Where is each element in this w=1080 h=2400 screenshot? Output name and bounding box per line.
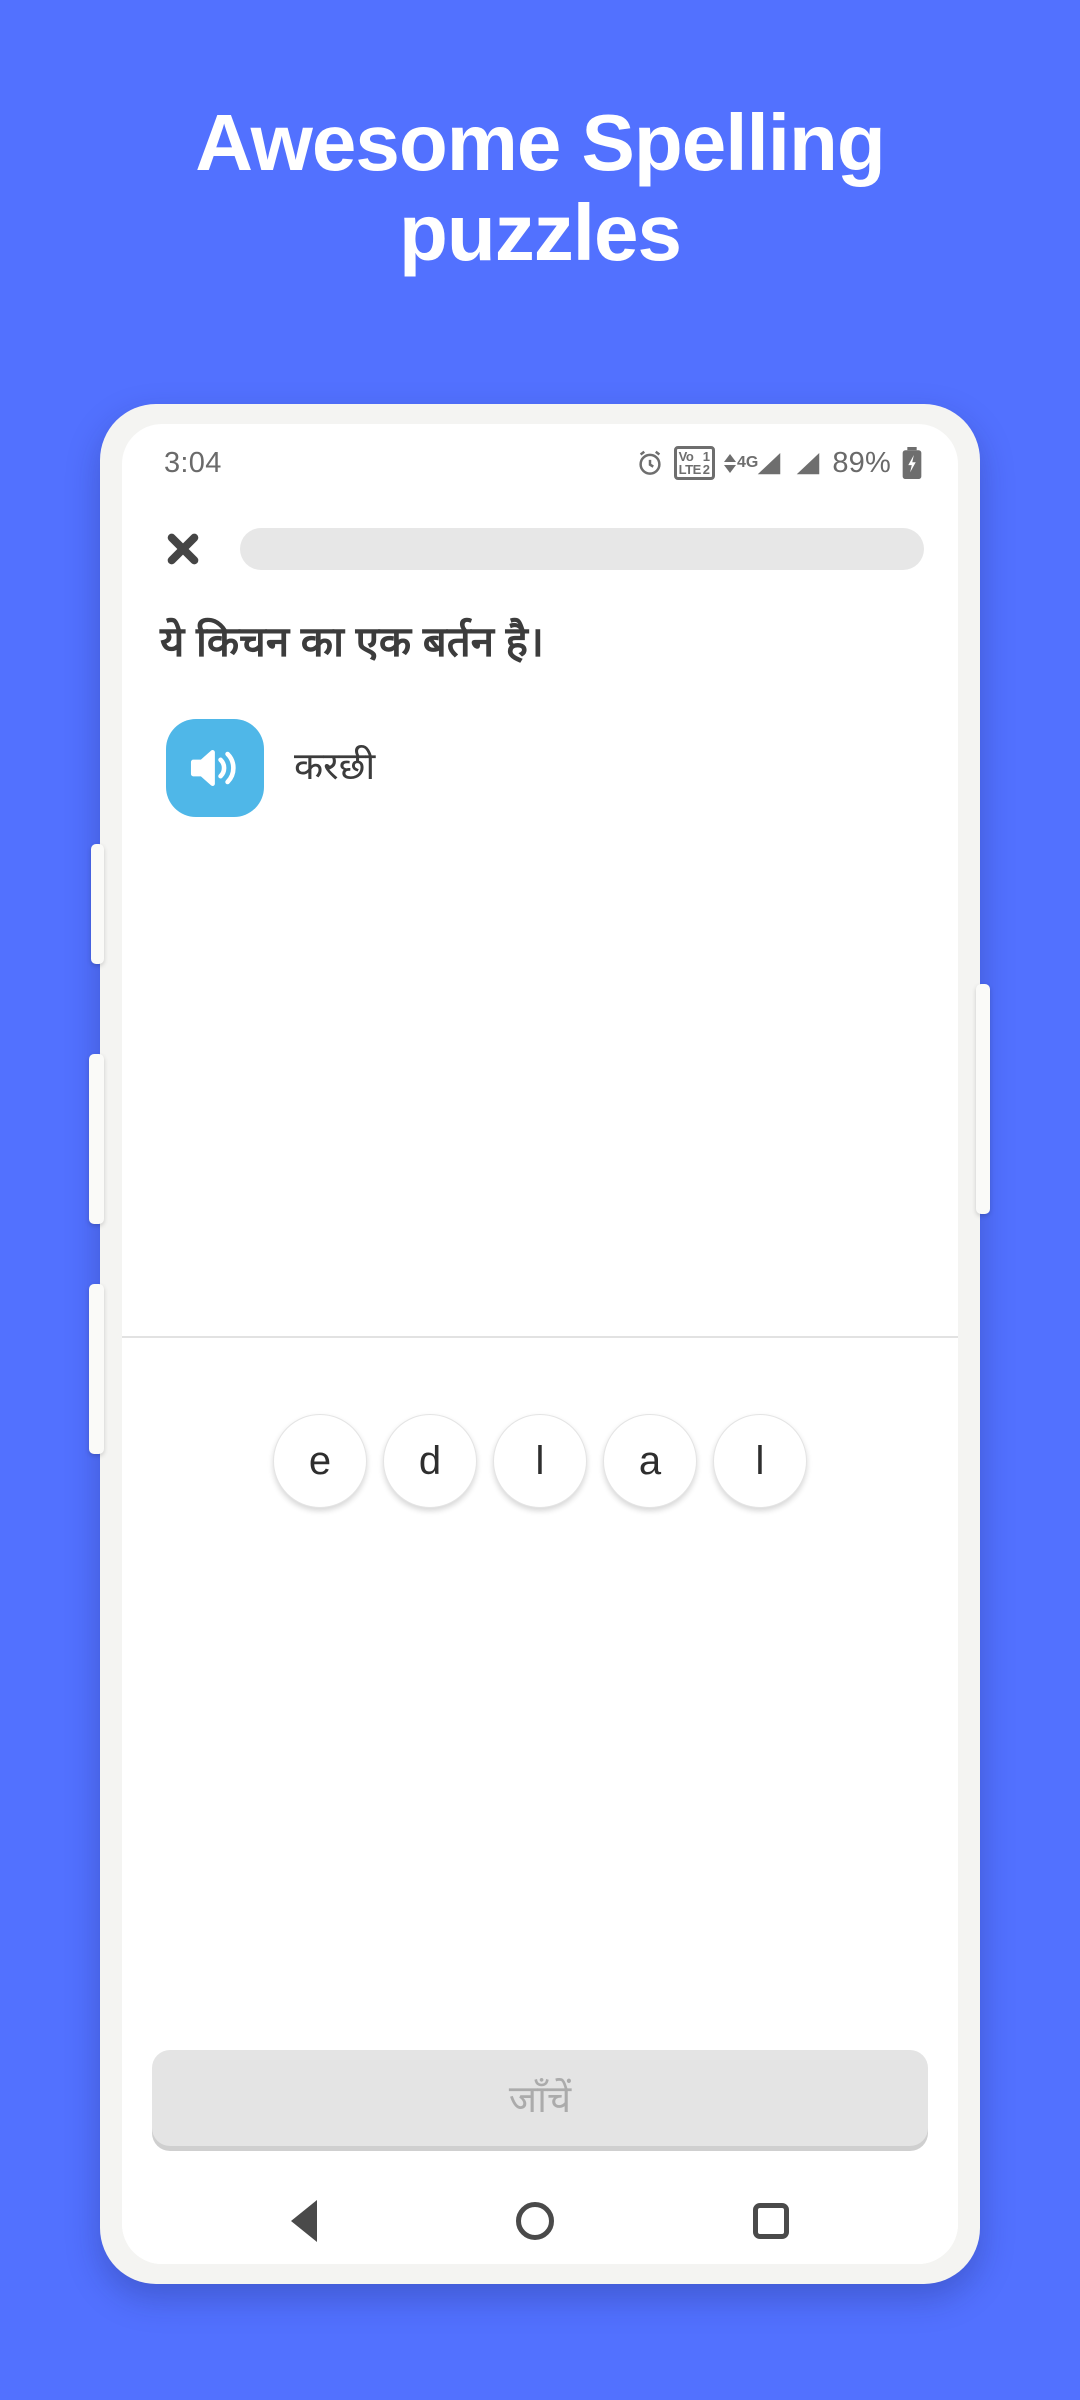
volte-bottom-right: 2 [702, 462, 710, 477]
headline-line-1: Awesome Spelling [195, 98, 885, 187]
phone-side-button-top-left[interactable] [91, 844, 104, 964]
battery-percent-label: 89% [832, 446, 891, 479]
audio-prompt-row: करछी [166, 719, 375, 817]
back-icon[interactable] [291, 2200, 318, 2242]
battery-charging-icon [900, 447, 924, 479]
android-nav-bar [122, 2178, 958, 2264]
lesson-top-bar [122, 510, 958, 588]
recents-icon[interactable] [752, 2203, 789, 2239]
speaker-icon[interactable] [166, 719, 264, 817]
phone-volume-up-button[interactable] [89, 1054, 104, 1224]
headline-line-2: puzzles [399, 187, 682, 277]
volte-bottom-left: LTE [678, 462, 702, 477]
question-prompt: ये किचन का एक बर्तन है। [160, 618, 544, 665]
status-bar: 3:04 Vo LTE 1 2 4G 89% [122, 424, 958, 502]
volte-icon: Vo LTE 1 2 [673, 446, 715, 480]
letter-tile[interactable]: d [383, 1414, 477, 1508]
audio-word-label: करछी [294, 746, 376, 789]
status-bar-icons: Vo LTE 1 2 4G 89% [635, 446, 924, 480]
data-arrows-icon [724, 453, 736, 473]
close-icon[interactable] [160, 526, 206, 572]
phone-volume-down-button[interactable] [89, 1284, 104, 1454]
signal-icon [793, 448, 823, 478]
phone-screen: 3:04 Vo LTE 1 2 4G 89% ये किचन का एक बर्… [122, 424, 958, 2264]
status-bar-clock: 3:04 [164, 446, 222, 479]
check-button[interactable]: जाँचें [152, 2050, 928, 2146]
letter-tile[interactable]: l [493, 1414, 587, 1508]
content-divider [122, 1336, 958, 1338]
phone-power-button[interactable] [976, 984, 990, 1214]
lesson-progress-bar [240, 528, 924, 570]
phone-frame: 3:04 Vo LTE 1 2 4G 89% ये किचन का एक बर्… [89, 404, 990, 2284]
page-headline: Awesome Spelling puzzles [0, 98, 1080, 277]
home-icon[interactable] [515, 2202, 554, 2240]
signal-4g-icon: 4G [724, 448, 784, 478]
letter-tile-row: e d l a l [122, 1414, 958, 1508]
alarm-icon [635, 448, 665, 478]
letter-tile[interactable]: a [603, 1414, 697, 1508]
letter-tile[interactable]: l [713, 1414, 807, 1508]
letter-tile[interactable]: e [273, 1414, 367, 1508]
